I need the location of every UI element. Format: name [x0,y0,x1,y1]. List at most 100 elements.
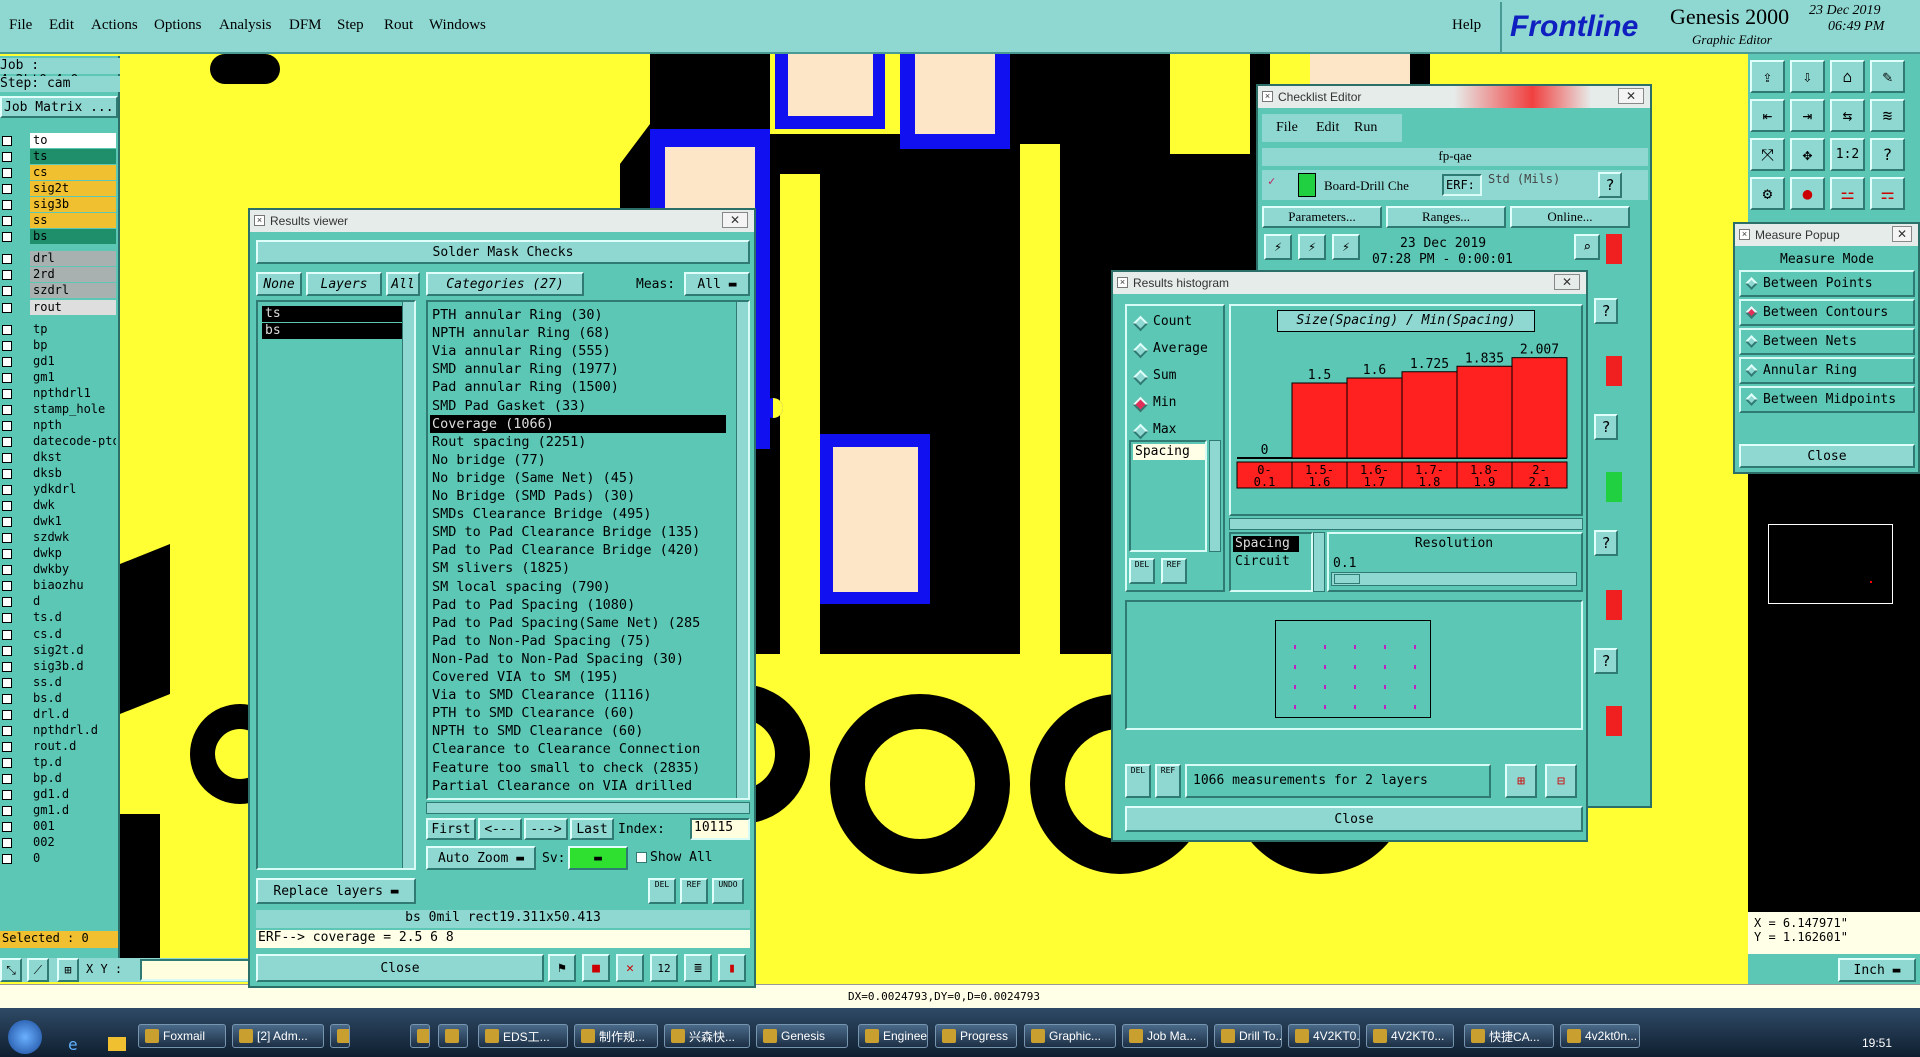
layer-row[interactable]: ts [0,149,118,165]
check-row[interactable]: ✓ Board-Drill Che ERF: Std (Mils) ? [1262,170,1648,200]
layer-name[interactable]: bs.d [30,690,116,706]
layer-checkbox[interactable] [2,168,12,179]
layer-name[interactable]: npthdrl.d [30,722,116,738]
h-scrollbar[interactable] [426,802,750,814]
layer-row[interactable]: 2rd [0,267,118,283]
layer-row[interactable]: sig3b.d [0,658,118,675]
checkmark-icon[interactable]: ✓ [1268,174,1275,188]
category-item[interactable]: Pad to Pad Clearance Bridge (420) [430,541,726,559]
layer-checkbox[interactable] [2,709,12,720]
layer-checkbox[interactable] [2,741,12,752]
category-list[interactable]: Spacing Circuit [1229,532,1313,592]
ranges-button[interactable]: Ranges... [1386,206,1506,228]
layer-checkbox[interactable] [2,645,12,656]
sv-color-select[interactable]: ▬ [568,846,628,870]
scrollbar[interactable] [1313,532,1325,592]
category-item[interactable]: Coverage (1066) [430,414,726,433]
spacing-list[interactable]: Spacing [1129,440,1207,552]
layer-checkbox[interactable] [2,324,12,335]
layer-row[interactable]: bp.d [0,770,118,787]
close-button[interactable]: Close [1739,444,1915,468]
layer-name[interactable]: drl [30,251,116,267]
ref-button[interactable]: REF [680,878,708,904]
layer-name[interactable]: bp.d [30,770,116,786]
pin-icon[interactable]: ● [1790,177,1825,210]
mode-radio[interactable] [1745,277,1758,290]
layer-checkbox[interactable] [2,854,12,865]
menu-edit[interactable]: Edit [49,17,74,34]
layer-row[interactable]: gm1 [0,369,118,386]
measure-mode-option[interactable]: Annular Ring [1739,357,1915,384]
layer-name[interactable]: cs [30,165,116,181]
layer-name[interactable]: gd1.d [30,787,116,802]
run-all-icon[interactable]: ⚡ [1298,234,1326,260]
results-viewer-titlebar[interactable]: × Results viewer ✕ [250,210,754,232]
layer-row[interactable]: bs.d [0,690,118,707]
index-input[interactable]: 10115 [690,818,750,840]
home-icon[interactable]: ⌂ [1830,60,1865,93]
layer-checkbox[interactable] [2,517,12,528]
menu-file[interactable]: File [9,17,32,34]
category-item[interactable]: SM slivers (1825) [430,559,726,577]
help-button[interactable]: ? [1594,530,1618,556]
taskbar-item[interactable]: Drill To... [1214,1024,1282,1048]
layer-name[interactable]: gd1 [30,353,116,369]
layer-checkbox[interactable] [2,661,12,672]
layer-name[interactable]: ts [30,149,116,165]
layer-row[interactable]: szdrl [0,283,118,299]
measure-icon[interactable]: ⟋ [27,958,49,982]
menu-options[interactable]: Options [154,17,202,34]
layer-checkbox[interactable] [2,629,12,640]
layer-checkbox[interactable] [2,485,12,496]
menu-analysis[interactable]: Analysis [219,17,272,34]
category-item[interactable]: SMD annular Ring (1977) [430,360,726,378]
layer-name[interactable]: d [30,594,116,610]
prev-button[interactable]: <--- [478,818,522,840]
category-item[interactable]: SM local spacing (790) [430,578,726,596]
histogram-titlebar[interactable]: × Results histogram ✕ [1113,272,1586,294]
mode-radio[interactable] [1745,393,1758,406]
layer-name[interactable]: dwk1 [30,514,116,530]
histogram-chart[interactable]: 00-0.11.51.5-1.61.61.6-1.71.7251.7-1.81.… [1231,334,1581,514]
layer-checkbox[interactable] [2,597,12,608]
layer-name[interactable]: sig3b.d [30,658,116,674]
help-button[interactable]: ? [1594,414,1618,440]
all-button[interactable]: All [386,272,420,296]
category-item[interactable]: Rout spacing (2251) [430,433,726,451]
taskbar-item[interactable]: 4V2KT0... [1288,1024,1360,1048]
layer-name[interactable]: bs [30,229,116,245]
layer-name[interactable]: biaozhu [30,578,116,594]
layer-row[interactable]: gd1 [0,353,118,370]
layer-row[interactable]: cs [0,165,118,181]
layer-name[interactable]: datecode-pto [30,433,116,449]
job-matrix-button[interactable]: Job Matrix ... [0,96,118,118]
layer-row[interactable]: stamp_hole [0,401,118,418]
list-item[interactable]: Spacing [1133,444,1205,460]
histogram-bar[interactable] [1291,382,1348,459]
layer-name[interactable]: 2rd [30,267,116,283]
mode-radio[interactable] [1132,423,1149,440]
layer-row[interactable]: 001 [0,819,118,835]
layer-checkbox[interactable] [2,216,12,227]
scale-icon[interactable]: 1:2 [1830,138,1865,171]
report-icon[interactable]: ≣ [684,954,712,982]
layer-checkbox[interactable] [2,533,12,544]
search-icon[interactable]: ⌕ [1574,234,1600,260]
measure-mode-option[interactable]: Between Nets [1739,328,1915,355]
layer-row[interactable]: d [0,594,118,610]
category-item[interactable]: Pad to Pad Spacing (1080) [430,596,726,614]
mode-radio[interactable] [1132,369,1149,386]
zoom-prev-icon[interactable]: ⇤ [1750,99,1785,132]
layer-checkbox[interactable] [2,838,12,849]
menu-step[interactable]: Step [337,17,364,34]
folder-icon[interactable] [108,1037,126,1051]
none-button[interactable]: None [256,272,302,296]
category-item[interactable]: SMDs Clearance Bridge (495) [430,505,726,523]
scrollbar[interactable] [1209,440,1221,552]
filter-icon[interactable]: ⚙ [1750,177,1785,210]
mode-radio[interactable] [1745,306,1758,319]
measure-mode-option[interactable]: Between Midpoints [1739,386,1915,413]
layer-checkbox[interactable] [2,757,12,768]
menu-file[interactable]: File [1276,120,1298,136]
layer-row[interactable]: rout [0,299,118,316]
